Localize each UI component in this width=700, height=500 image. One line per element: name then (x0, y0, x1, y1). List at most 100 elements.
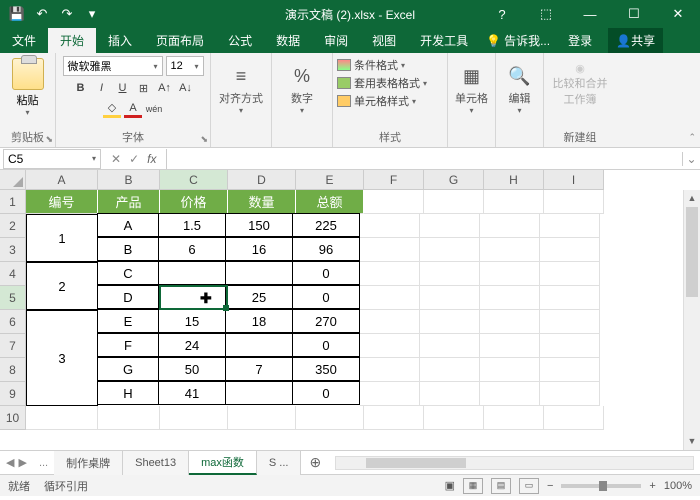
cell[interactable] (420, 310, 480, 334)
cell[interactable]: F (97, 333, 159, 357)
cancel-formula-icon[interactable]: ✕ (111, 152, 121, 166)
cell[interactable]: 150 (225, 213, 293, 237)
sheet-tab-4[interactable]: S ... (257, 451, 302, 475)
col-header-B[interactable]: B (98, 170, 160, 190)
row-header-4[interactable]: 4 (0, 262, 26, 286)
cell[interactable] (158, 285, 226, 309)
close-icon[interactable]: ✕ (656, 0, 700, 28)
clipboard-launcher-icon[interactable]: ⬊ (45, 134, 53, 145)
cell[interactable]: 1.5 (158, 213, 226, 237)
cell[interactable] (360, 262, 420, 286)
row-header-6[interactable]: 6 (0, 310, 26, 334)
cell[interactable]: 24 (158, 333, 226, 357)
zoom-out-button[interactable]: − (547, 480, 553, 492)
minimize-icon[interactable]: — (568, 0, 612, 28)
cell[interactable]: A (97, 213, 159, 237)
col-header-E[interactable]: E (296, 170, 364, 190)
tab-dev[interactable]: 开发工具 (408, 28, 480, 53)
sheet-tab-3[interactable]: max函数 (189, 451, 257, 475)
qat-more-icon[interactable]: ▾ (81, 3, 103, 25)
font-name-combo[interactable]: 微软雅黑▾ (63, 56, 163, 76)
col-header-D[interactable]: D (228, 170, 296, 190)
cell[interactable] (540, 382, 600, 406)
sheet-nav-next-icon[interactable]: ▶ (18, 456, 26, 469)
record-macro-icon[interactable]: ▣ (445, 479, 455, 492)
tab-formula[interactable]: 公式 (216, 28, 264, 53)
cell[interactable] (480, 262, 540, 286)
scroll-down-icon[interactable]: ▼ (684, 433, 700, 450)
name-box[interactable]: C5▾ (3, 149, 101, 169)
tell-me[interactable]: 💡告诉我... (480, 28, 556, 53)
cell[interactable] (360, 334, 420, 358)
page-break-view-icon[interactable]: ▭ (519, 478, 539, 494)
cell[interactable] (420, 262, 480, 286)
align-button[interactable]: ≡ 对齐方式 ▾ (217, 56, 265, 115)
cell[interactable]: H (97, 381, 159, 405)
cell[interactable]: 50 (158, 357, 226, 381)
cell[interactable] (360, 310, 420, 334)
cell[interactable] (360, 214, 420, 238)
cell[interactable] (98, 406, 160, 430)
cell[interactable]: 350 (292, 357, 360, 381)
row-header-9[interactable]: 9 (0, 382, 26, 406)
cell[interactable] (480, 238, 540, 262)
enter-formula-icon[interactable]: ✓ (129, 152, 139, 166)
cell[interactable] (160, 406, 228, 430)
column-headers[interactable]: ABCDEFGHI (26, 170, 604, 190)
cell[interactable] (480, 334, 540, 358)
sheet-tab-2[interactable]: Sheet13 (123, 451, 189, 475)
cell[interactable] (480, 382, 540, 406)
col-header-A[interactable]: A (26, 170, 98, 190)
cell[interactable] (364, 406, 424, 430)
paste-button[interactable]: 粘贴 ▾ (8, 56, 48, 117)
cell[interactable] (540, 214, 600, 238)
cell[interactable] (420, 286, 480, 310)
cell[interactable] (540, 262, 600, 286)
cell[interactable]: 2 (26, 262, 98, 310)
cell[interactable] (480, 214, 540, 238)
tab-layout[interactable]: 页面布局 (144, 28, 216, 53)
tab-insert[interactable]: 插入 (96, 28, 144, 53)
editing-button[interactable]: 🔍 编辑 ▾ (496, 56, 544, 115)
tab-data[interactable]: 数据 (264, 28, 312, 53)
cell[interactable]: 225 (292, 213, 360, 237)
page-layout-view-icon[interactable]: ▤ (491, 478, 511, 494)
cell[interactable] (544, 190, 604, 214)
underline-button[interactable]: U (114, 79, 132, 97)
cell[interactable]: 编号 (26, 190, 98, 214)
cell[interactable] (544, 406, 604, 430)
undo-icon[interactable]: ↶ (31, 3, 53, 25)
cell[interactable]: 96 (292, 237, 360, 261)
cell[interactable] (484, 406, 544, 430)
cell[interactable]: 0 (292, 261, 360, 285)
cell[interactable] (296, 406, 364, 430)
redo-icon[interactable]: ↷ (56, 3, 78, 25)
decrease-font-icon[interactable]: A↓ (177, 79, 195, 97)
share-button[interactable]: 👤 共享 (608, 28, 663, 53)
cell[interactable]: 16 (225, 237, 293, 261)
cell[interactable]: B (97, 237, 159, 261)
cell[interactable] (420, 214, 480, 238)
fill-color-button[interactable]: ◇ (103, 100, 121, 118)
number-button[interactable]: % 数字 ▾ (278, 56, 326, 115)
cell[interactable] (540, 310, 600, 334)
cell[interactable]: 价格 (160, 190, 228, 214)
cell[interactable]: 6 (158, 237, 226, 261)
paste-dropdown-icon[interactable]: ▾ (8, 108, 48, 117)
cell[interactable] (158, 261, 226, 285)
conditional-format-button[interactable]: 条件格式▾ (337, 57, 405, 73)
cell[interactable] (360, 286, 420, 310)
cell[interactable] (540, 286, 600, 310)
zoom-slider[interactable] (561, 484, 641, 488)
sheet-tab-1[interactable]: 制作桌牌 (54, 451, 123, 475)
cell[interactable] (480, 358, 540, 382)
save-icon[interactable]: 💾 (6, 3, 28, 25)
tab-review[interactable]: 审阅 (312, 28, 360, 53)
font-color-button[interactable]: A (124, 100, 142, 118)
cell[interactable] (360, 358, 420, 382)
tab-file[interactable]: 文件 (0, 28, 48, 53)
cell[interactable]: 3 (26, 310, 98, 406)
cell[interactable] (364, 190, 424, 214)
cell[interactable]: 7 (225, 357, 293, 381)
cell[interactable] (540, 334, 600, 358)
